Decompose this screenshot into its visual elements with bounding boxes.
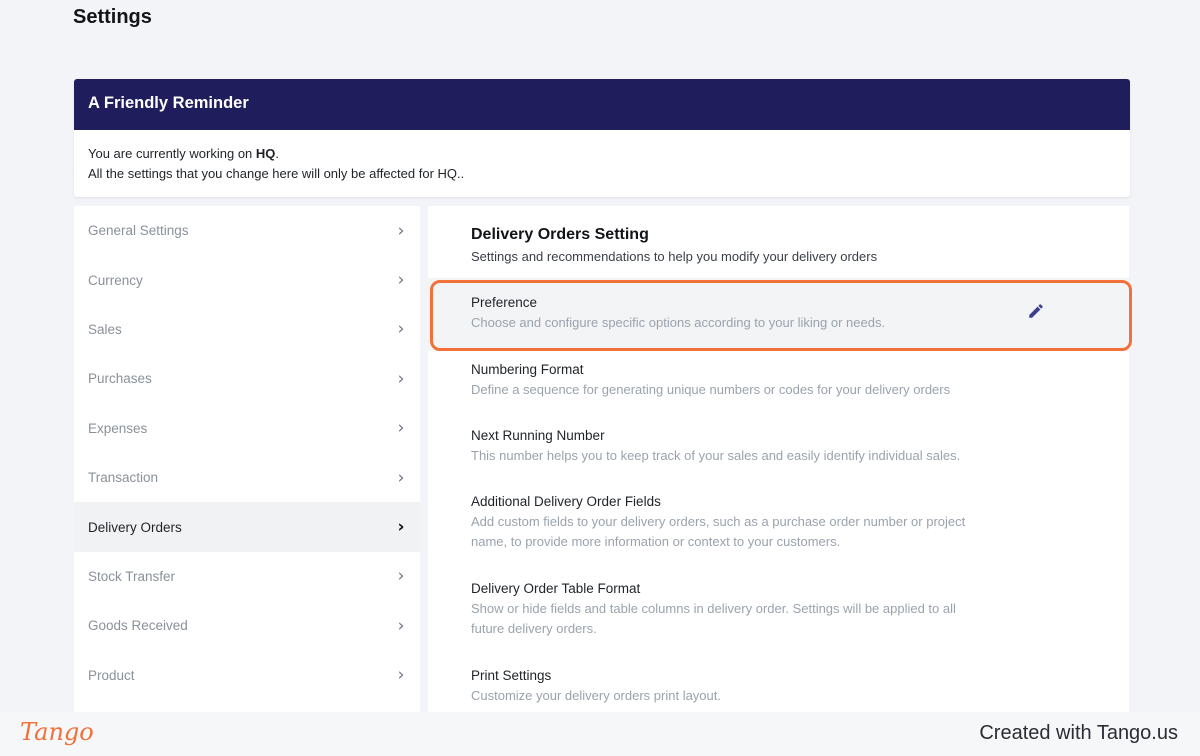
setting-print-settings[interactable]: Print Settings Customize your delivery o… xyxy=(471,666,991,706)
reminder-body: You are currently working on HQ. All the… xyxy=(74,130,1130,184)
reminder-card: A Friendly Reminder You are currently wo… xyxy=(74,79,1130,197)
sidebar-item-label: Goods Received xyxy=(88,618,188,634)
sidebar-item-product[interactable]: Product › xyxy=(74,651,420,700)
sidebar-item-purchases[interactable]: Purchases › xyxy=(74,354,420,403)
setting-name: Preference xyxy=(471,295,538,310)
setting-description: Add custom fields to your delivery order… xyxy=(471,514,966,549)
sidebar-item-label: Product xyxy=(88,667,135,683)
setting-name: Numbering Format xyxy=(471,362,584,377)
reminder-title: A Friendly Reminder xyxy=(74,79,1130,130)
chevron-right-icon: › xyxy=(397,566,405,587)
chevron-right-icon: › xyxy=(397,517,405,538)
setting-description: This number helps you to keep track of y… xyxy=(471,448,961,463)
reminder-location: HQ xyxy=(255,146,276,161)
setting-description: Customize your delivery orders print lay… xyxy=(471,688,721,703)
sidebar-item-label: Stock Transfer xyxy=(88,568,176,584)
sidebar-item-label: Sales xyxy=(88,321,122,337)
setting-description: Define a sequence for generating unique … xyxy=(471,382,951,397)
section-subtitle: Settings and recommendations to help you… xyxy=(471,249,878,264)
setting-name: Print Settings xyxy=(471,668,552,683)
chevron-right-icon: › xyxy=(397,319,405,340)
sidebar-item-delivery-orders[interactable]: Delivery Orders › xyxy=(74,502,420,552)
sidebar-item-transaction[interactable]: Transaction › xyxy=(74,453,420,502)
created-with-credit: Created with Tango.us xyxy=(979,722,1178,744)
setting-numbering-format[interactable]: Numbering Format Define a sequence for g… xyxy=(471,360,991,400)
setting-description: Show or hide fields and table columns in… xyxy=(471,601,956,636)
chevron-right-icon: › xyxy=(397,368,405,389)
setting-table-format[interactable]: Delivery Order Table Format Show or hide… xyxy=(471,579,991,639)
sidebar-item-label: Expenses xyxy=(88,420,148,436)
chevron-right-icon: › xyxy=(397,270,405,291)
setting-preference[interactable]: Preference Choose and configure specific… xyxy=(471,293,991,333)
settings-page: Settings A Friendly Reminder You are cur… xyxy=(0,0,1200,712)
setting-name: Next Running Number xyxy=(471,428,605,443)
delivery-orders-settings-panel: Delivery Orders Setting Settings and rec… xyxy=(428,206,1129,712)
reminder-line-1-suffix: . xyxy=(275,146,280,161)
sidebar-item-expenses[interactable]: Expenses › xyxy=(74,404,420,453)
sidebar-item-label: Purchases xyxy=(88,371,152,387)
setting-name: Delivery Order Table Format xyxy=(471,581,641,596)
setting-name: Additional Delivery Order Fields xyxy=(471,494,661,509)
sidebar-item-label: Currency xyxy=(88,272,143,288)
chevron-right-icon: › xyxy=(397,418,405,439)
sidebar-item-currency[interactable]: Currency › xyxy=(74,255,420,304)
sidebar-item-sales[interactable]: Sales › xyxy=(74,305,420,354)
reminder-line-2: All the settings that you change here wi… xyxy=(88,166,465,181)
chevron-right-icon: › xyxy=(397,220,405,241)
tango-logo: Tango xyxy=(20,718,94,746)
reminder-line-1: You are currently working on HQ. xyxy=(88,144,1116,164)
sidebar-item-label: General Settings xyxy=(88,223,189,239)
sidebar-item-general-settings[interactable]: General Settings › xyxy=(74,206,420,255)
sidebar-item-goods-received[interactable]: Goods Received › xyxy=(74,601,420,650)
page-title: Settings xyxy=(73,6,152,28)
settings-sidebar: General Settings › Currency › Sales › Purch… xyxy=(74,206,420,712)
reminder-line-1-prefix: You are currently working on xyxy=(88,146,256,161)
footer: Tango Created with Tango.us xyxy=(0,712,1200,756)
chevron-right-icon: › xyxy=(397,665,405,686)
setting-description: Choose and configure specific options ac… xyxy=(471,315,886,330)
pencil-icon[interactable] xyxy=(1027,302,1045,320)
sidebar-item-stock-transfer[interactable]: Stock Transfer › xyxy=(74,552,420,601)
chevron-right-icon: › xyxy=(397,615,405,636)
setting-additional-fields[interactable]: Additional Delivery Order Fields Add cus… xyxy=(471,492,991,552)
chevron-right-icon: › xyxy=(397,467,405,488)
sidebar-item-label: Transaction xyxy=(88,470,159,486)
section-title: Delivery Orders Setting xyxy=(471,226,649,243)
sidebar-item-label: Delivery Orders xyxy=(88,519,182,535)
setting-next-running-number[interactable]: Next Running Number This number helps yo… xyxy=(471,426,991,466)
